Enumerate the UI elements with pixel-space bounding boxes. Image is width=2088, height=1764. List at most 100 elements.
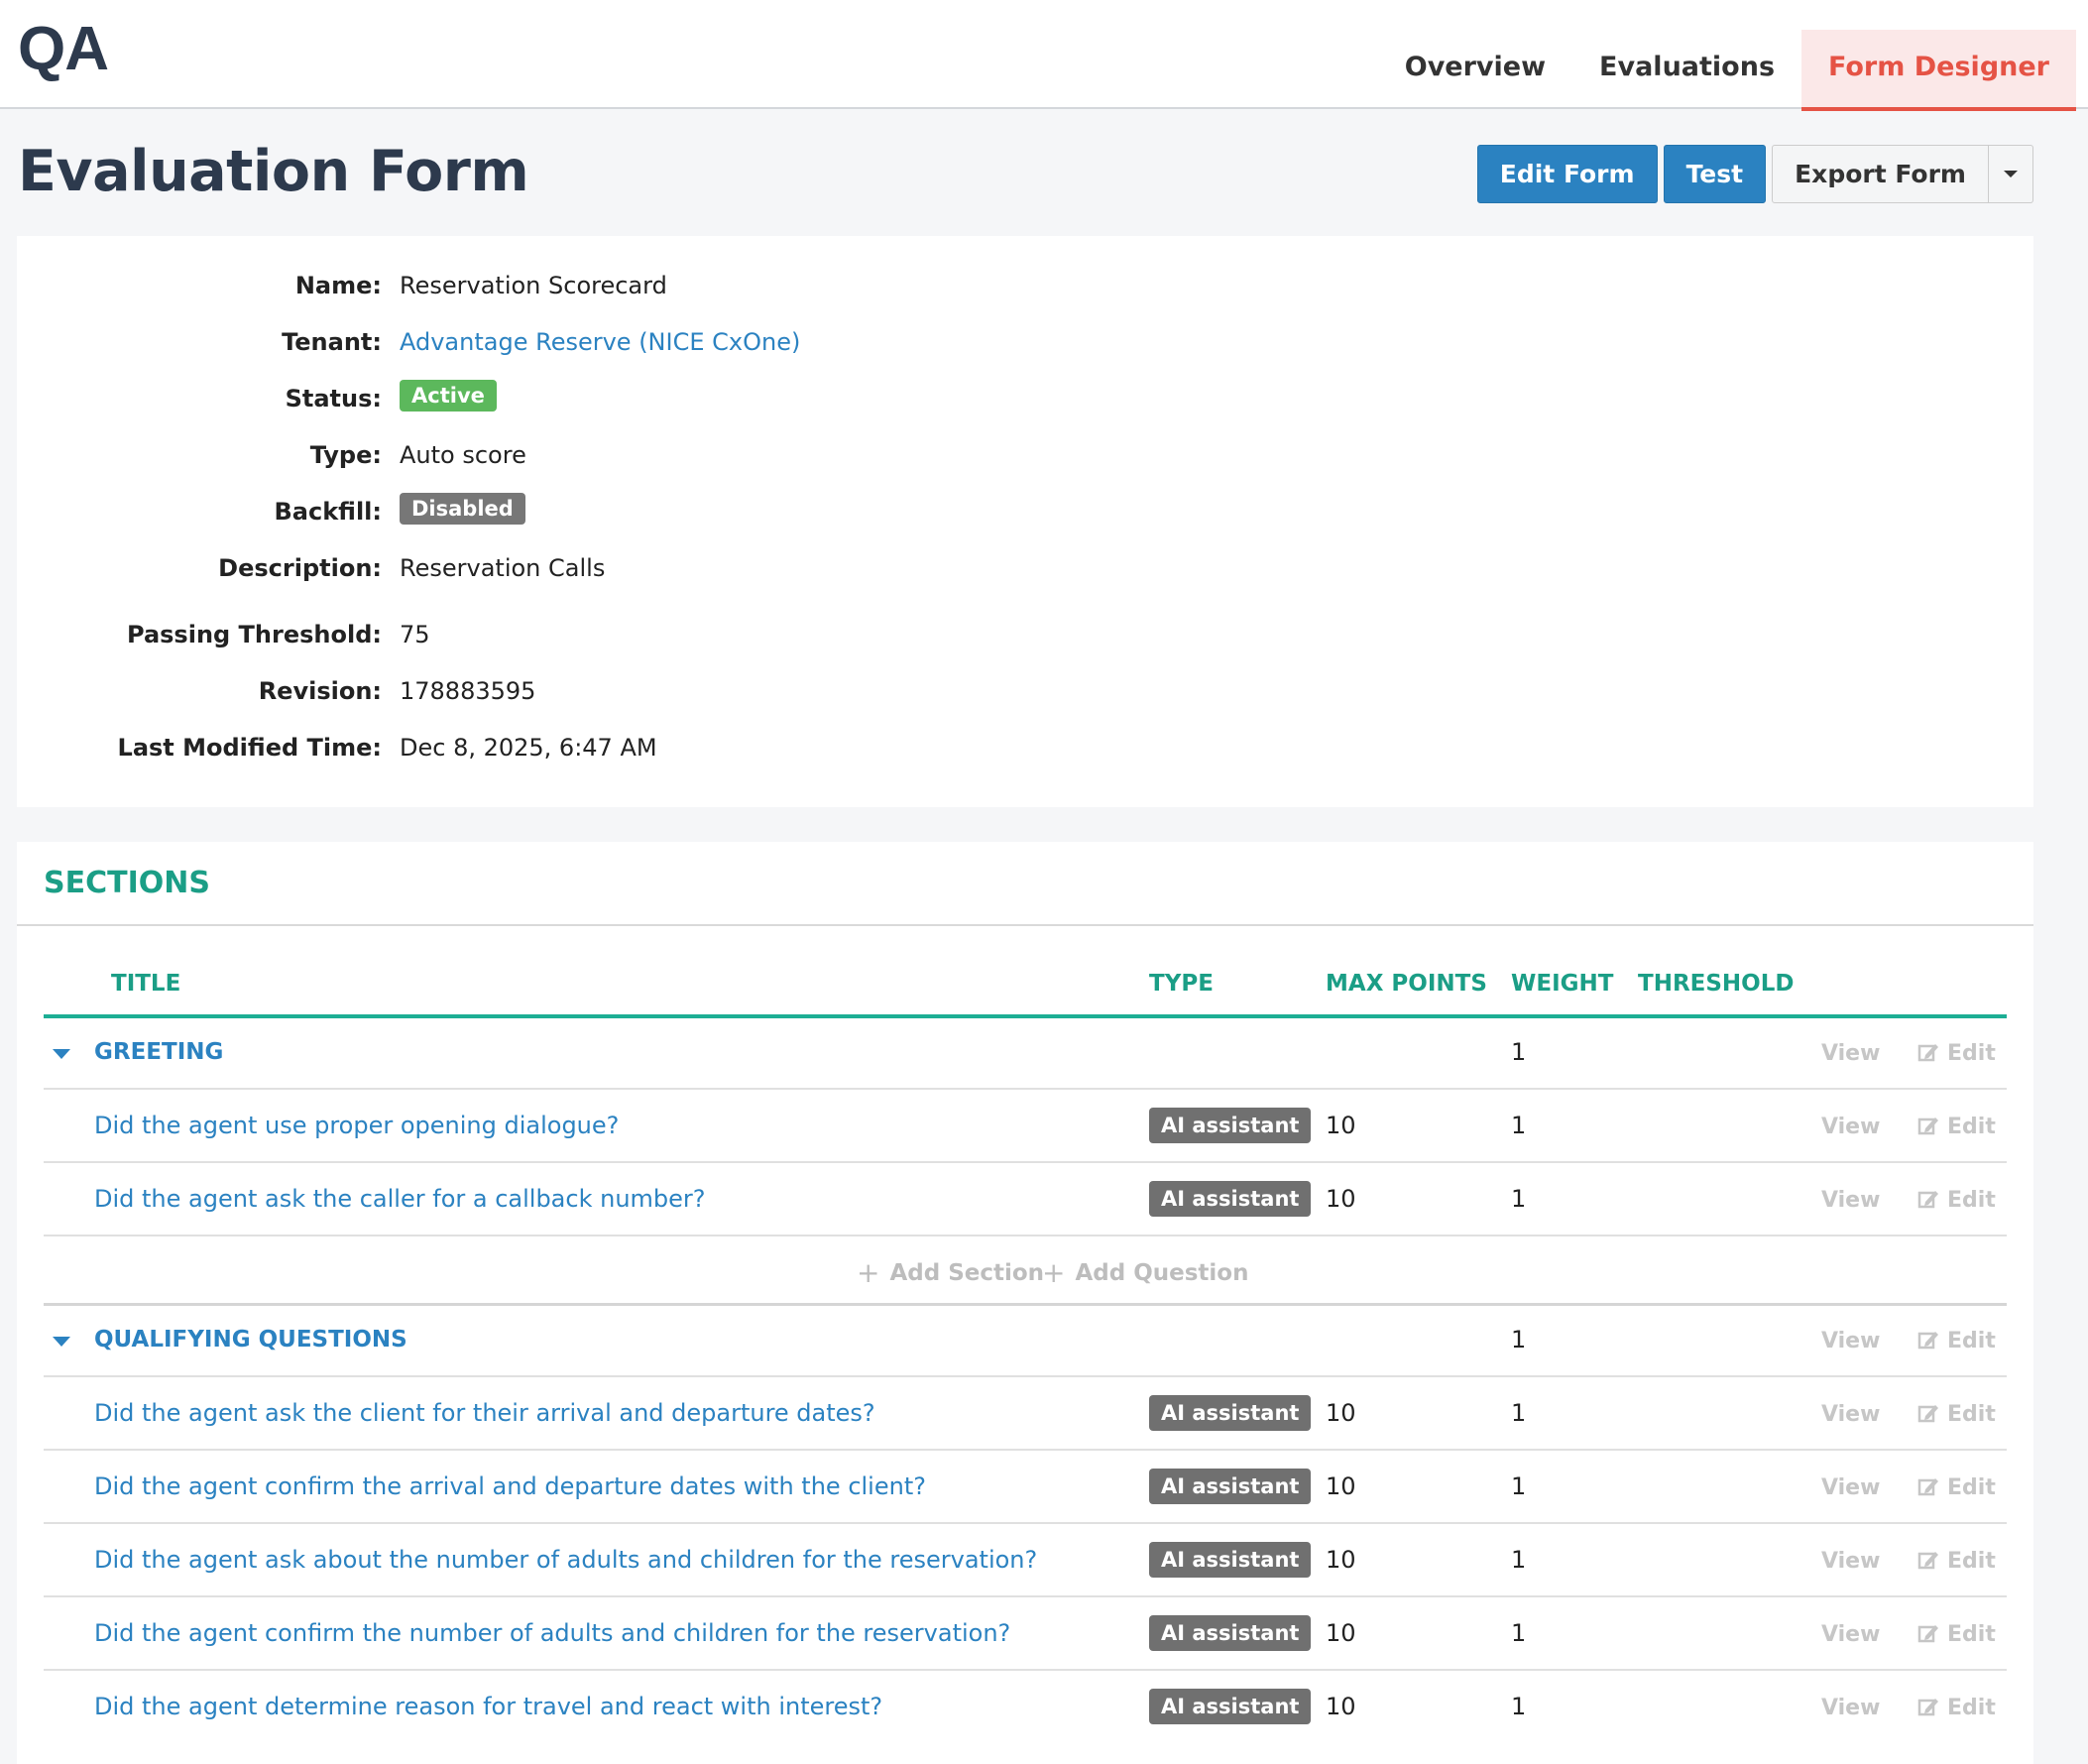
section-weight: 1 <box>1511 1326 1527 1353</box>
edit-link[interactable]: Edit <box>1917 1696 1996 1720</box>
edit-icon <box>1917 1552 1938 1570</box>
question-title[interactable]: Did the agent ask about the number of ad… <box>94 1546 1037 1574</box>
edit-icon <box>1917 1117 1938 1135</box>
view-link[interactable]: View <box>1821 1041 1880 1066</box>
edit-icon <box>1917 1478 1938 1496</box>
edit-link[interactable]: Edit <box>1917 1402 1996 1427</box>
detail-status: Status: Active <box>17 380 2033 424</box>
section-title[interactable]: GREETING <box>94 1039 223 1065</box>
question-row: Did the agent confirm the arrival and de… <box>44 1451 2007 1524</box>
sections-card: SECTIONS TITLE TYPE MAX POINTS WEIGHT TH… <box>17 842 2033 1764</box>
detail-value: Auto score <box>400 441 526 469</box>
question-title[interactable]: Did the agent confirm the number of adul… <box>94 1619 1010 1647</box>
detail-revision: Revision: 178883595 <box>17 677 2033 717</box>
edit-link[interactable]: Edit <box>1917 1622 1996 1647</box>
view-link[interactable]: View <box>1821 1329 1880 1353</box>
question-row: Did the agent determine reason for trave… <box>44 1671 2007 1744</box>
detail-label: Status: <box>285 385 382 412</box>
view-link[interactable]: View <box>1821 1549 1880 1574</box>
collapse-triangle-icon[interactable] <box>53 1049 70 1059</box>
detail-name: Name: Reservation Scorecard <box>17 272 2033 311</box>
section-title[interactable]: QUALIFYING QUESTIONS <box>94 1327 407 1352</box>
detail-value: Reservation Scorecard <box>400 272 667 299</box>
add-section-button[interactable]: + Add Section <box>857 1254 1044 1289</box>
max-points: 10 <box>1326 1472 1356 1500</box>
edit-link[interactable]: Edit <box>1917 1188 1996 1213</box>
edit-link[interactable]: Edit <box>1917 1329 1996 1353</box>
weight: 1 <box>1511 1546 1527 1574</box>
question-title[interactable]: Did the agent confirm the arrival and de… <box>94 1472 926 1500</box>
tenant-link[interactable]: Advantage Reserve (NICE CxOne) <box>400 328 800 356</box>
max-points: 10 <box>1326 1619 1356 1647</box>
detail-value: Reservation Calls <box>400 554 606 582</box>
collapse-triangle-icon[interactable] <box>53 1337 70 1347</box>
tab-form-designer[interactable]: Form Designer <box>1801 30 2076 111</box>
view-link[interactable]: View <box>1821 1115 1880 1139</box>
page-title: Evaluation Form <box>18 139 529 204</box>
column-type[interactable]: TYPE <box>1149 971 1214 997</box>
tab-overview[interactable]: Overview <box>1378 30 1572 111</box>
question-row: Did the agent use proper opening dialogu… <box>44 1090 2007 1163</box>
question-title[interactable]: Did the agent determine reason for trave… <box>94 1693 882 1720</box>
export-form-button[interactable]: Export Form <box>1772 145 1989 203</box>
edit-icon <box>1917 1699 1938 1716</box>
column-threshold[interactable]: THRESHOLD <box>1638 971 1794 997</box>
detail-label: Backfill: <box>274 498 382 526</box>
question-row: Did the agent ask about the number of ad… <box>44 1524 2007 1597</box>
plus-icon: + <box>1042 1256 1066 1289</box>
type-badge: AI assistant <box>1149 1395 1312 1431</box>
edit-icon <box>1917 1044 1938 1062</box>
detail-type: Type: Auto score <box>17 441 2033 481</box>
edit-link[interactable]: Edit <box>1917 1549 1996 1574</box>
detail-label: Last Modified Time: <box>117 734 382 762</box>
weight: 1 <box>1511 1619 1527 1647</box>
view-link[interactable]: View <box>1821 1696 1880 1720</box>
weight: 1 <box>1511 1693 1527 1720</box>
view-link[interactable]: View <box>1821 1622 1880 1647</box>
divider <box>17 924 2033 926</box>
question-title[interactable]: Did the agent ask the caller for a callb… <box>94 1185 706 1213</box>
edit-link[interactable]: Edit <box>1917 1115 1996 1139</box>
detail-value: 178883595 <box>400 677 536 705</box>
detail-label: Tenant: <box>282 328 382 356</box>
weight: 1 <box>1511 1185 1527 1213</box>
edit-link[interactable]: Edit <box>1917 1041 1996 1066</box>
plus-icon: + <box>857 1256 880 1289</box>
app-brand: QA <box>18 15 109 83</box>
edit-link[interactable]: Edit <box>1917 1475 1996 1500</box>
view-link[interactable]: View <box>1821 1475 1880 1500</box>
type-badge: AI assistant <box>1149 1108 1312 1143</box>
view-link[interactable]: View <box>1821 1188 1880 1213</box>
form-details-card: Name: Reservation Scorecard Tenant: Adva… <box>17 236 2033 807</box>
tab-evaluations[interactable]: Evaluations <box>1572 30 1801 111</box>
question-title[interactable]: Did the agent ask the client for their a… <box>94 1399 875 1427</box>
edit-icon <box>1917 1405 1938 1423</box>
column-weight[interactable]: WEIGHT <box>1511 971 1613 997</box>
question-title[interactable]: Did the agent use proper opening dialogu… <box>94 1112 619 1139</box>
add-question-button[interactable]: + Add Question <box>1042 1254 1248 1289</box>
detail-threshold: Passing Threshold: 75 <box>17 621 2033 660</box>
weight: 1 <box>1511 1112 1527 1139</box>
detail-label: Type: <box>309 441 382 469</box>
question-row: Did the agent confirm the number of adul… <box>44 1597 2007 1671</box>
edit-form-button[interactable]: Edit Form <box>1476 145 1658 203</box>
column-title[interactable]: TITLE <box>111 971 180 997</box>
edit-icon <box>1917 1625 1938 1643</box>
max-points: 10 <box>1326 1693 1356 1720</box>
export-dropdown-toggle[interactable] <box>1989 145 2033 203</box>
sections-heading: SECTIONS <box>44 866 210 900</box>
type-badge: AI assistant <box>1149 1181 1312 1217</box>
detail-label: Name: <box>294 272 382 299</box>
view-link[interactable]: View <box>1821 1402 1880 1427</box>
test-button[interactable]: Test <box>1663 145 1767 203</box>
section-weight: 1 <box>1511 1038 1527 1066</box>
detail-label: Description: <box>218 554 382 582</box>
column-max-points[interactable]: MAX POINTS <box>1326 971 1487 997</box>
max-points: 10 <box>1326 1546 1356 1574</box>
top-bar: QA Overview Evaluations Form Designer <box>0 0 2088 111</box>
detail-value: Dec 8, 2025, 6:47 AM <box>400 734 657 762</box>
caret-down-icon <box>2004 171 2018 177</box>
backfill-badge: Disabled <box>400 493 525 525</box>
section-row: GREETING 1 View Edit <box>44 1018 2007 1090</box>
question-row: Did the agent ask the client for their a… <box>44 1377 2007 1451</box>
